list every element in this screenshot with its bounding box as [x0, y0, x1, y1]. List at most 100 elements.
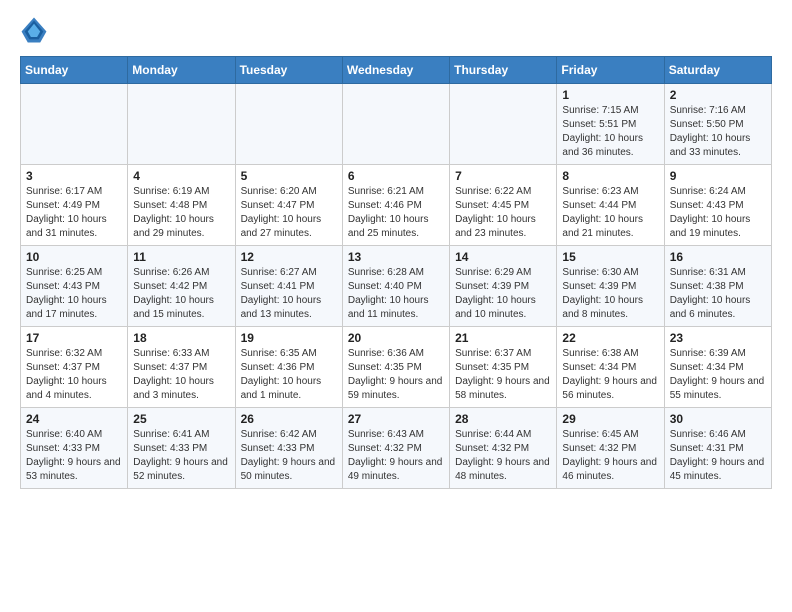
day-number: 16	[670, 250, 766, 264]
day-info: Sunrise: 6:19 AM Sunset: 4:48 PM Dayligh…	[133, 185, 229, 241]
day-header-friday: Friday	[557, 57, 664, 84]
day-number: 18	[133, 331, 229, 345]
day-info: Sunrise: 6:29 AM Sunset: 4:39 PM Dayligh…	[455, 266, 551, 322]
day-number: 23	[670, 331, 766, 345]
day-info: Sunrise: 6:20 AM Sunset: 4:47 PM Dayligh…	[241, 185, 337, 241]
calendar-cell: 20Sunrise: 6:36 AM Sunset: 4:35 PM Dayli…	[342, 327, 449, 408]
day-info: Sunrise: 6:38 AM Sunset: 4:34 PM Dayligh…	[562, 347, 658, 403]
calendar-cell: 1 Sunrise: 7:15 AM Sunset: 5:51 PM Daylig…	[557, 84, 664, 165]
day-number: 3	[26, 169, 122, 183]
day-info: Sunrise: 6:39 AM Sunset: 4:34 PM Dayligh…	[670, 347, 766, 403]
calendar-cell: 7 Sunrise: 6:22 AM Sunset: 4:45 PM Daylig…	[450, 165, 557, 246]
day-info: Sunrise: 6:46 AM Sunset: 4:31 PM Dayligh…	[670, 428, 766, 484]
calendar-cell: 29Sunrise: 6:45 AM Sunset: 4:32 PM Dayli…	[557, 408, 664, 489]
day-number: 10	[26, 250, 122, 264]
day-number: 29	[562, 412, 658, 426]
day-number: 2	[670, 88, 766, 102]
calendar-cell	[450, 84, 557, 165]
day-info: Sunrise: 6:35 AM Sunset: 4:36 PM Dayligh…	[241, 347, 337, 403]
calendar-cell: 6 Sunrise: 6:21 AM Sunset: 4:46 PM Daylig…	[342, 165, 449, 246]
day-info: Sunrise: 6:32 AM Sunset: 4:37 PM Dayligh…	[26, 347, 122, 403]
calendar-cell	[128, 84, 235, 165]
calendar-cell: 13 Sunrise: 6:28 AM Sunset: 4:40 PM Dayli…	[342, 246, 449, 327]
day-info: Sunrise: 7:15 AM Sunset: 5:51 PM Dayligh…	[562, 104, 658, 160]
calendar-cell: 15 Sunrise: 6:30 AM Sunset: 4:39 PM Dayli…	[557, 246, 664, 327]
calendar-cell: 16 Sunrise: 6:31 AM Sunset: 4:38 PM Dayli…	[664, 246, 771, 327]
day-number: 30	[670, 412, 766, 426]
day-number: 6	[348, 169, 444, 183]
day-info: Sunrise: 6:26 AM Sunset: 4:42 PM Dayligh…	[133, 266, 229, 322]
calendar-cell: 17 Sunrise: 6:32 AM Sunset: 4:37 PM Dayli…	[21, 327, 128, 408]
calendar-cell: 11 Sunrise: 6:26 AM Sunset: 4:42 PM Dayli…	[128, 246, 235, 327]
calendar-cell: 2Sunrise: 7:16 AM Sunset: 5:50 PM Daylig…	[664, 84, 771, 165]
calendar-cell: 12 Sunrise: 6:27 AM Sunset: 4:41 PM Dayli…	[235, 246, 342, 327]
page-header	[20, 16, 772, 44]
day-number: 21	[455, 331, 551, 345]
logo-icon	[20, 16, 48, 44]
day-header-wednesday: Wednesday	[342, 57, 449, 84]
day-header-saturday: Saturday	[664, 57, 771, 84]
calendar-cell	[235, 84, 342, 165]
week-row-5: 24 Sunrise: 6:40 AM Sunset: 4:33 PM Dayli…	[21, 408, 772, 489]
day-number: 27	[348, 412, 444, 426]
calendar-cell: 30 Sunrise: 6:46 AM Sunset: 4:31 PM Dayli…	[664, 408, 771, 489]
calendar-cell: 4 Sunrise: 6:19 AM Sunset: 4:48 PM Daylig…	[128, 165, 235, 246]
day-info: Sunrise: 6:28 AM Sunset: 4:40 PM Dayligh…	[348, 266, 444, 322]
day-info: Sunrise: 6:37 AM Sunset: 4:35 PM Dayligh…	[455, 347, 551, 403]
calendar-cell: 25 Sunrise: 6:41 AM Sunset: 4:33 PM Dayli…	[128, 408, 235, 489]
day-info: Sunrise: 6:24 AM Sunset: 4:43 PM Dayligh…	[670, 185, 766, 241]
day-info: Sunrise: 6:27 AM Sunset: 4:41 PM Dayligh…	[241, 266, 337, 322]
day-number: 4	[133, 169, 229, 183]
calendar-cell: 9 Sunrise: 6:24 AM Sunset: 4:43 PM Daylig…	[664, 165, 771, 246]
day-number: 8	[562, 169, 658, 183]
calendar-cell: 14Sunrise: 6:29 AM Sunset: 4:39 PM Dayli…	[450, 246, 557, 327]
day-number: 17	[26, 331, 122, 345]
calendar-cell: 5Sunrise: 6:20 AM Sunset: 4:47 PM Daylig…	[235, 165, 342, 246]
day-info: Sunrise: 6:44 AM Sunset: 4:32 PM Dayligh…	[455, 428, 551, 484]
day-number: 15	[562, 250, 658, 264]
day-info: Sunrise: 6:22 AM Sunset: 4:45 PM Dayligh…	[455, 185, 551, 241]
day-info: Sunrise: 6:23 AM Sunset: 4:44 PM Dayligh…	[562, 185, 658, 241]
day-header-monday: Monday	[128, 57, 235, 84]
day-number: 28	[455, 412, 551, 426]
calendar-cell: 24 Sunrise: 6:40 AM Sunset: 4:33 PM Dayli…	[21, 408, 128, 489]
day-number: 9	[670, 169, 766, 183]
day-number: 1	[562, 88, 658, 102]
calendar-cell: 19Sunrise: 6:35 AM Sunset: 4:36 PM Dayli…	[235, 327, 342, 408]
calendar-cell	[342, 84, 449, 165]
day-number: 25	[133, 412, 229, 426]
day-header-sunday: Sunday	[21, 57, 128, 84]
day-info: Sunrise: 6:21 AM Sunset: 4:46 PM Dayligh…	[348, 185, 444, 241]
day-number: 24	[26, 412, 122, 426]
day-info: Sunrise: 6:33 AM Sunset: 4:37 PM Dayligh…	[133, 347, 229, 403]
calendar-cell: 27 Sunrise: 6:43 AM Sunset: 4:32 PM Dayli…	[342, 408, 449, 489]
day-header-tuesday: Tuesday	[235, 57, 342, 84]
calendar-cell: 10 Sunrise: 6:25 AM Sunset: 4:43 PM Dayli…	[21, 246, 128, 327]
day-info: Sunrise: 6:41 AM Sunset: 4:33 PM Dayligh…	[133, 428, 229, 484]
day-number: 12	[241, 250, 337, 264]
calendar-cell: 28 Sunrise: 6:44 AM Sunset: 4:32 PM Dayli…	[450, 408, 557, 489]
day-number: 7	[455, 169, 551, 183]
week-row-4: 17 Sunrise: 6:32 AM Sunset: 4:37 PM Dayli…	[21, 327, 772, 408]
day-info: Sunrise: 6:31 AM Sunset: 4:38 PM Dayligh…	[670, 266, 766, 322]
day-info: Sunrise: 6:40 AM Sunset: 4:33 PM Dayligh…	[26, 428, 122, 484]
day-number: 22	[562, 331, 658, 345]
day-info: Sunrise: 6:42 AM Sunset: 4:33 PM Dayligh…	[241, 428, 337, 484]
calendar-table: SundayMondayTuesdayWednesdayThursdayFrid…	[20, 56, 772, 489]
day-info: Sunrise: 6:43 AM Sunset: 4:32 PM Dayligh…	[348, 428, 444, 484]
day-info: Sunrise: 6:25 AM Sunset: 4:43 PM Dayligh…	[26, 266, 122, 322]
day-number: 26	[241, 412, 337, 426]
calendar-cell: 21 Sunrise: 6:37 AM Sunset: 4:35 PM Dayli…	[450, 327, 557, 408]
calendar-cell: 26 Sunrise: 6:42 AM Sunset: 4:33 PM Dayli…	[235, 408, 342, 489]
logo	[20, 16, 52, 44]
week-row-3: 10 Sunrise: 6:25 AM Sunset: 4:43 PM Dayli…	[21, 246, 772, 327]
day-info: Sunrise: 6:30 AM Sunset: 4:39 PM Dayligh…	[562, 266, 658, 322]
week-row-1: 1 Sunrise: 7:15 AM Sunset: 5:51 PM Daylig…	[21, 84, 772, 165]
day-number: 11	[133, 250, 229, 264]
calendar-cell: 8 Sunrise: 6:23 AM Sunset: 4:44 PM Daylig…	[557, 165, 664, 246]
day-number: 13	[348, 250, 444, 264]
calendar-cell: 23 Sunrise: 6:39 AM Sunset: 4:34 PM Dayli…	[664, 327, 771, 408]
calendar-cell: 3Sunrise: 6:17 AM Sunset: 4:49 PM Daylig…	[21, 165, 128, 246]
week-row-2: 3Sunrise: 6:17 AM Sunset: 4:49 PM Daylig…	[21, 165, 772, 246]
header-row: SundayMondayTuesdayWednesdayThursdayFrid…	[21, 57, 772, 84]
